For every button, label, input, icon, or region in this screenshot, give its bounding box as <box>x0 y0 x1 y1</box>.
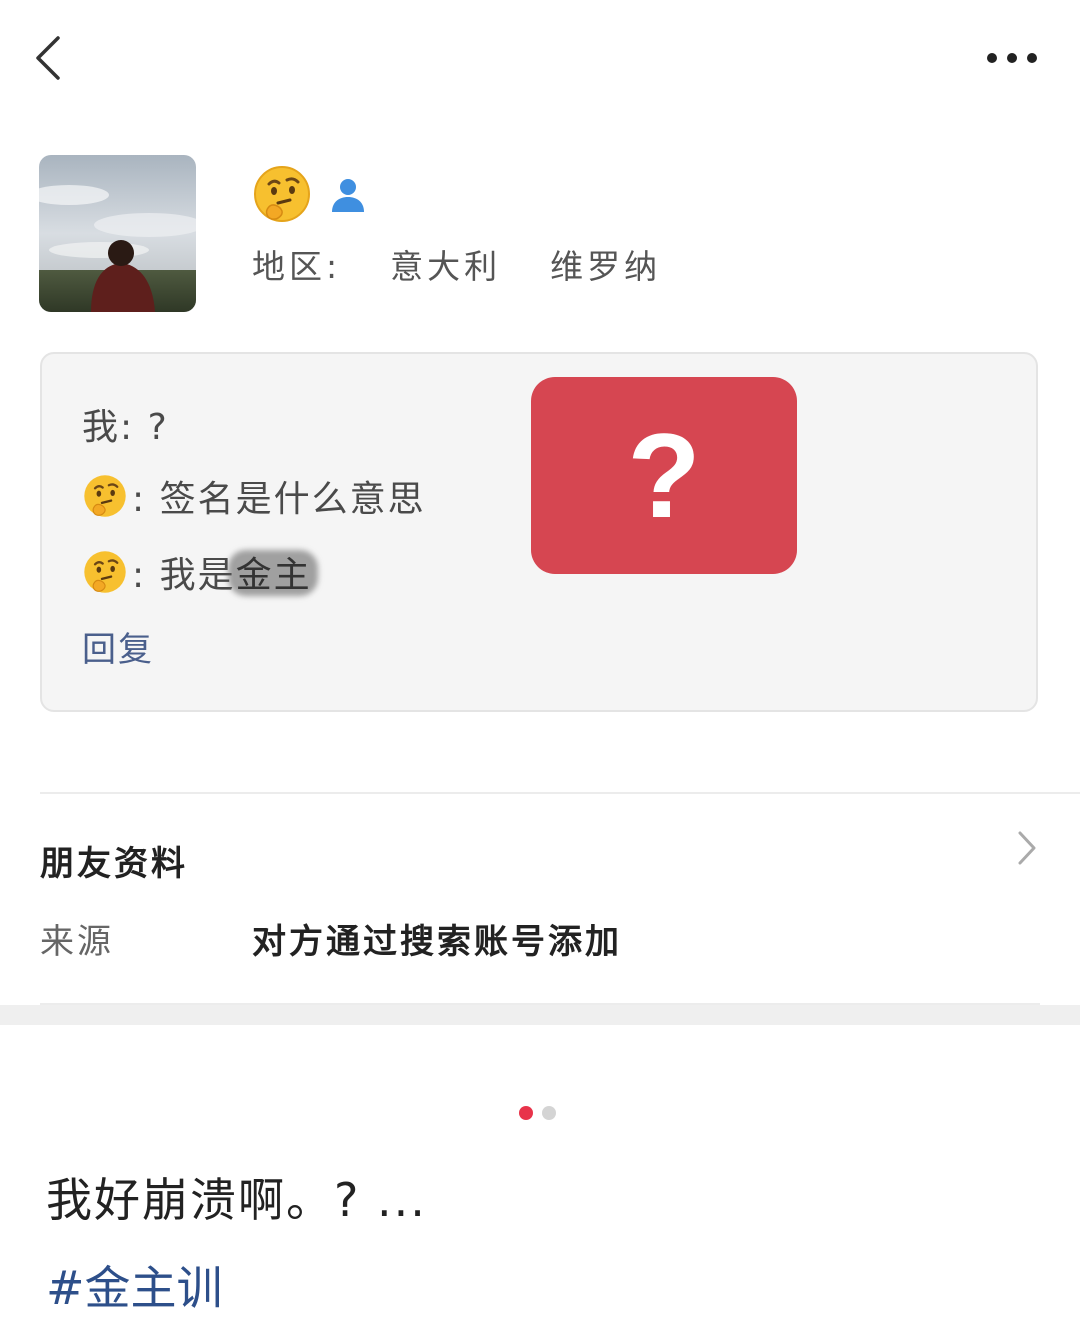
region-text: 地区: 意大利 维罗纳 <box>252 240 661 288</box>
signature-line-3-prefix: : 我是 <box>132 555 236 596</box>
smudged-text-value: 金主 <box>235 555 312 596</box>
hashtag-link[interactable]: #金主训 <box>46 1252 223 1318</box>
page-dot-active[interactable] <box>519 1106 533 1120</box>
thinking-face-emoji-icon <box>84 551 126 593</box>
signature-card: 我: ? : 签名是什么意思 : 我是 金主 回复 ? <box>40 352 1038 712</box>
source-value: 对方通过搜索账号添加 <box>252 922 622 962</box>
top-bar <box>0 0 1080 120</box>
post-caption: 我好崩溃啊。? ... <box>46 1173 427 1227</box>
avatar-image <box>39 155 196 312</box>
signature-line-2: : 签名是什么意思 <box>82 470 426 522</box>
smudged-text: 金主 <box>236 546 312 598</box>
page-indicator <box>519 1106 556 1120</box>
sticker-text: ? <box>627 408 701 543</box>
region-label: 地区: <box>252 247 342 286</box>
section-separator <box>0 1005 1080 1025</box>
divider <box>40 792 1080 794</box>
reply-link[interactable]: 回复 <box>82 622 154 671</box>
chevron-right-icon[interactable] <box>1014 829 1040 867</box>
friend-info-title[interactable]: 朋友资料 <box>40 836 188 885</box>
profile-name-row <box>252 163 368 225</box>
signature-line-2-text: : 签名是什么意思 <box>132 479 426 520</box>
more-horizontal-icon[interactable] <box>984 40 1040 76</box>
person-icon <box>332 179 364 212</box>
region-country: 意大利 <box>390 247 502 286</box>
signature-line-3: : 我是 金主 <box>82 546 312 598</box>
thinking-face-emoji-icon <box>84 475 126 517</box>
source-label: 来源 <box>40 922 114 962</box>
signature-line-1: 我: ? <box>82 398 169 450</box>
chevron-left-icon[interactable] <box>24 28 76 88</box>
avatar[interactable] <box>39 155 196 312</box>
thinking-face-emoji-icon <box>254 166 310 222</box>
signature-line-1-text: 我: ? <box>82 407 169 448</box>
page-dot[interactable] <box>542 1106 556 1120</box>
question-mark-sticker: ? <box>531 377 797 574</box>
region-city: 维罗纳 <box>550 247 662 286</box>
